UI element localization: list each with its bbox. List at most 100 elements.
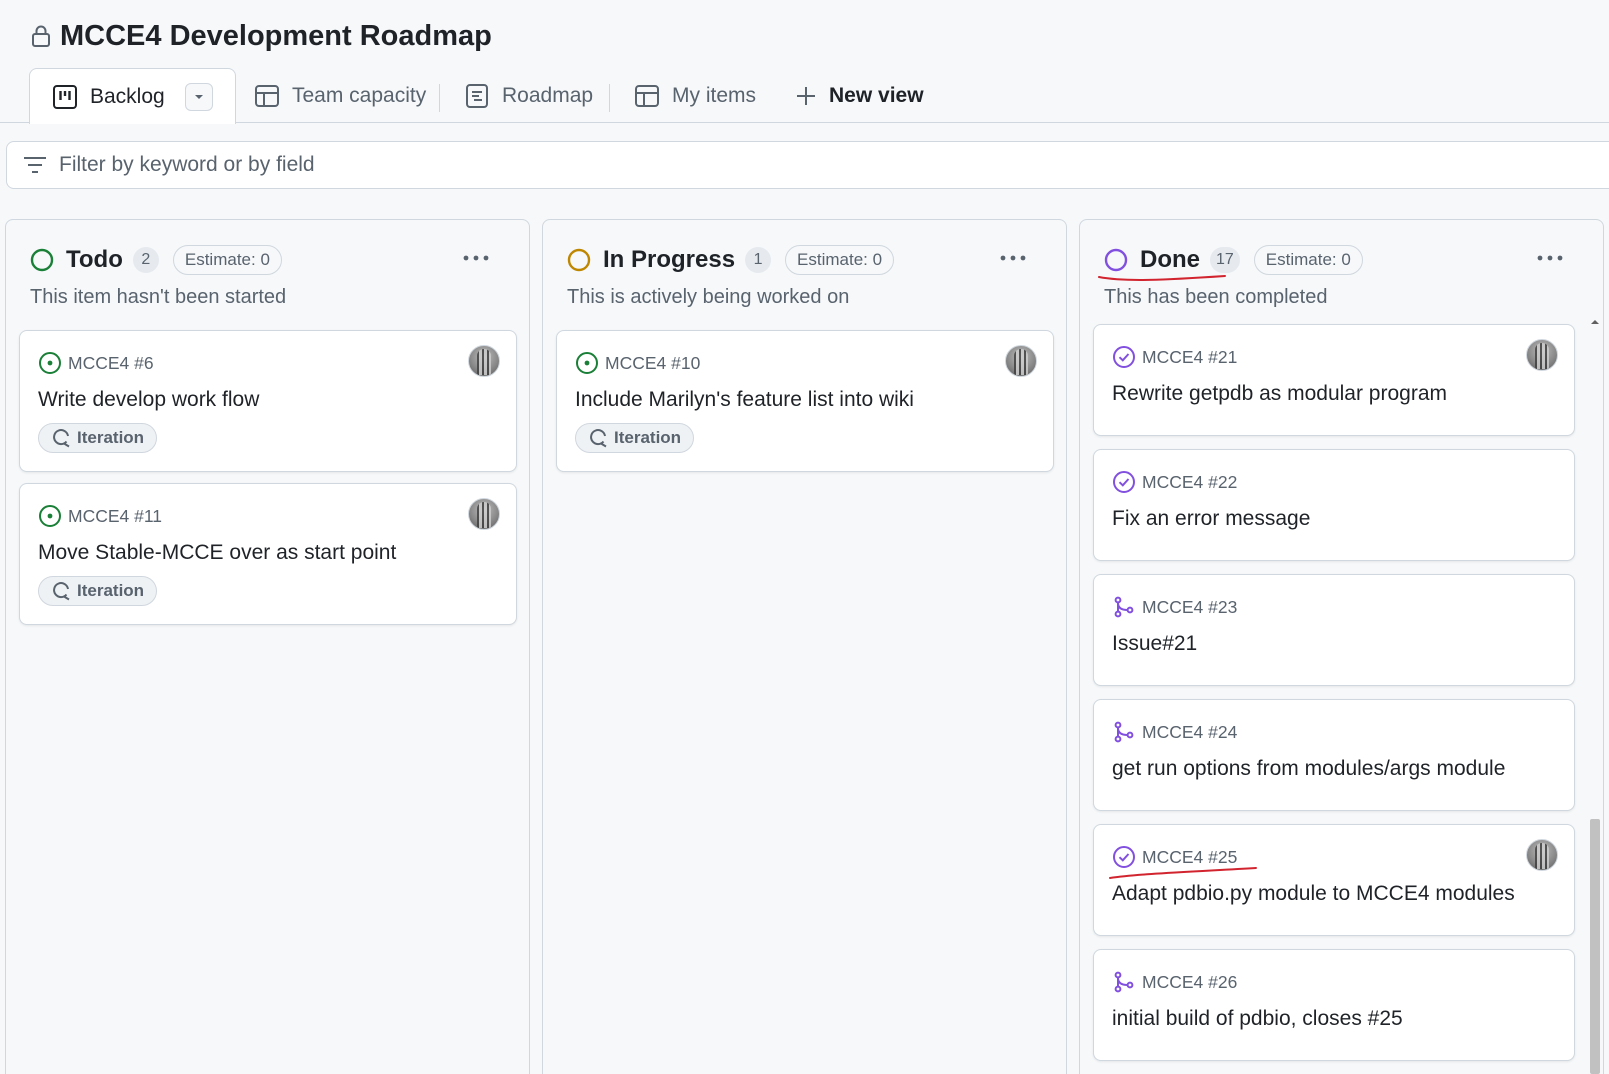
estimate-badge: Estimate: 0: [785, 245, 895, 275]
card-ref-text: MCCE4 #22: [1142, 471, 1238, 492]
issue-closed-icon: [1112, 345, 1136, 369]
pr-merged-icon: [1112, 970, 1136, 994]
card-title[interactable]: Fix an error message: [1112, 507, 1310, 531]
kebab-horizontal-icon: [463, 255, 489, 261]
column-menu-button[interactable]: [461, 248, 491, 268]
iteration-icon: [588, 428, 608, 448]
lock-icon: [30, 24, 52, 48]
issue-open-icon: [38, 351, 62, 375]
column-title: Done: [1140, 246, 1200, 273]
card-title[interactable]: Issue#21: [1112, 632, 1197, 656]
card-ref-text: MCCE4 #26: [1142, 971, 1238, 992]
item-count-badge: 2: [132, 247, 159, 273]
item-count-badge: 17: [1210, 247, 1240, 273]
pr-merged-icon: [1112, 595, 1136, 619]
item-card[interactable]: MCCE4 #6 Write develop work flow Iterati…: [19, 330, 517, 472]
column-done: Done 17 Estimate: 0 This has been comple…: [1079, 219, 1604, 1074]
kebab-horizontal-icon: [1000, 255, 1026, 261]
in-progress-status-icon: [567, 248, 591, 272]
pill-label: Iteration: [614, 428, 682, 447]
tab-backlog[interactable]: Backlog: [29, 68, 236, 124]
issue-open-icon: [38, 504, 62, 528]
table-icon: [634, 83, 660, 109]
column-todo: Todo 2 Estimate: 0 This item hasn't been…: [5, 219, 530, 1074]
tab-my-items[interactable]: My items: [634, 68, 756, 123]
iteration-pill[interactable]: Iteration: [38, 576, 158, 606]
tab-label: My items: [672, 83, 756, 107]
card-reference[interactable]: MCCE4 #23: [1112, 595, 1237, 619]
column-menu-button[interactable]: [1535, 248, 1565, 268]
column-menu-button[interactable]: [998, 248, 1028, 268]
card-ref-text: MCCE4 #21: [1142, 346, 1238, 367]
filter-bar[interactable]: [6, 141, 1609, 189]
pr-merged-icon: [1112, 720, 1136, 744]
card-title[interactable]: Include Marilyn's feature list into wiki: [575, 388, 914, 412]
new-view-label: New view: [829, 83, 924, 107]
column-description: This item hasn't been started: [30, 286, 287, 308]
card-title[interactable]: initial build of pdbio, closes #25: [1112, 1007, 1403, 1031]
iteration-icon: [51, 428, 71, 448]
column-in-progress: In Progress 1 Estimate: 0 This is active…: [542, 219, 1067, 1074]
card-title[interactable]: Rewrite getpdb as modular program: [1112, 382, 1447, 406]
pill-label: Iteration: [77, 581, 145, 600]
new-view-button[interactable]: New view: [795, 68, 924, 123]
card-ref-text: MCCE4 #25: [1142, 846, 1238, 867]
card-reference[interactable]: MCCE4 #24: [1112, 720, 1237, 744]
tab-label: Roadmap: [502, 83, 594, 107]
card-title[interactable]: Adapt pdbio.py module to MCCE4 modules: [1112, 882, 1515, 906]
card-ref-text: MCCE4 #11: [68, 505, 163, 526]
card-reference[interactable]: MCCE4 #6: [38, 351, 154, 375]
assignee-avatar[interactable]: [1526, 839, 1558, 871]
column-title: Todo: [66, 246, 123, 273]
card-reference[interactable]: MCCE4 #11: [38, 504, 162, 528]
issue-closed-icon: [1112, 470, 1136, 494]
tab-label: Backlog: [90, 84, 165, 108]
card-title[interactable]: Move Stable-MCCE over as start point: [38, 541, 396, 565]
assignee-avatar[interactable]: [1005, 345, 1037, 377]
column-header: Todo 2 Estimate: 0: [30, 244, 282, 276]
assignee-avatar[interactable]: [1526, 339, 1558, 371]
tab-label: Team capacity: [292, 83, 427, 107]
assignee-avatar[interactable]: [468, 345, 500, 377]
item-card[interactable]: MCCE4 #25 Adapt pdbio.py module to MCCE4…: [1093, 824, 1575, 936]
filter-input[interactable]: [59, 153, 959, 177]
item-card[interactable]: MCCE4 #11 Move Stable-MCCE over as start…: [19, 483, 517, 625]
kebab-horizontal-icon: [1537, 255, 1563, 261]
board-icon: [52, 84, 78, 110]
card-reference[interactable]: MCCE4 #22: [1112, 470, 1237, 494]
card-title[interactable]: get run options from modules/args module: [1112, 757, 1505, 781]
iteration-pill[interactable]: Iteration: [38, 423, 158, 453]
card-reference[interactable]: MCCE4 #21: [1112, 345, 1237, 369]
issue-open-icon: [575, 351, 599, 375]
scroll-thumb[interactable]: [1590, 819, 1600, 1074]
tab-divider: [609, 84, 610, 112]
item-card[interactable]: MCCE4 #22 Fix an error message: [1093, 449, 1575, 561]
project-header: MCCE4 Development Roadmap: [30, 16, 492, 56]
iteration-pill[interactable]: Iteration: [575, 423, 695, 453]
card-reference[interactable]: MCCE4 #26: [1112, 970, 1237, 994]
item-card[interactable]: MCCE4 #23 Issue#21: [1093, 574, 1575, 686]
roadmap-icon: [464, 83, 490, 109]
pill-label: Iteration: [77, 428, 145, 447]
assignee-avatar[interactable]: [468, 498, 500, 530]
card-ref-text: MCCE4 #23: [1142, 596, 1238, 617]
item-card[interactable]: MCCE4 #24 get run options from modules/a…: [1093, 699, 1575, 811]
item-card[interactable]: MCCE4 #26 initial build of pdbio, closes…: [1093, 949, 1575, 1061]
tab-team-capacity[interactable]: Team capacity: [254, 68, 426, 123]
card-ref-text: MCCE4 #10: [605, 352, 701, 373]
view-options-dropdown[interactable]: [184, 82, 213, 111]
tab-roadmap[interactable]: Roadmap: [464, 68, 593, 123]
item-count-badge: 1: [745, 247, 772, 273]
column-header: In Progress 1 Estimate: 0: [567, 244, 895, 276]
item-card[interactable]: MCCE4 #10 Include Marilyn's feature list…: [556, 330, 1054, 472]
done-column-scrollbar[interactable]: [1587, 316, 1601, 1074]
item-card[interactable]: MCCE4 #21 Rewrite getpdb as modular prog…: [1093, 324, 1575, 436]
issue-closed-icon: [1112, 845, 1136, 869]
card-reference[interactable]: MCCE4 #25: [1112, 845, 1237, 869]
page-title: MCCE4 Development Roadmap: [60, 19, 492, 52]
card-reference[interactable]: MCCE4 #10: [575, 351, 700, 375]
table-icon: [254, 83, 280, 109]
done-status-icon: [1104, 248, 1128, 272]
view-tabs: Backlog Team capacity Roadmap My items N…: [0, 68, 1609, 124]
card-title[interactable]: Write develop work flow: [38, 388, 259, 412]
